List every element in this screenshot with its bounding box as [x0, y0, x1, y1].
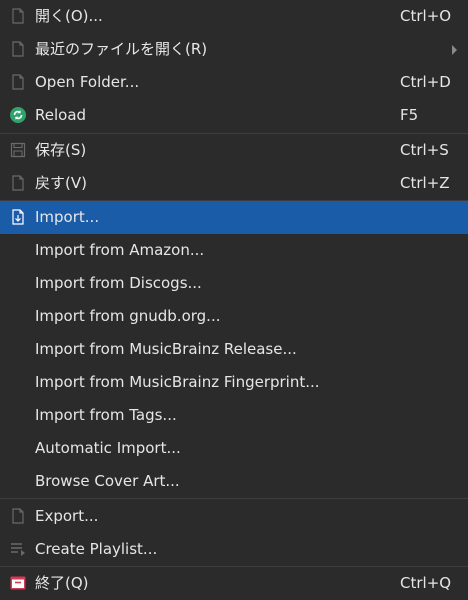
menu-item-shortcut: Ctrl+D — [400, 73, 451, 91]
submenu-arrow-icon — [452, 45, 457, 55]
recent-files-icon — [10, 41, 26, 57]
menu-item-label: Open Folder... — [35, 73, 140, 91]
document-open-icon — [10, 8, 26, 24]
menu-item-shortcut: F5 — [400, 106, 419, 124]
menu-item-label: Automatic Import... — [35, 439, 181, 457]
playlist-icon — [10, 541, 26, 557]
menu-item-label: Import from gnudb.org... — [35, 307, 221, 325]
menu-item-quit[interactable]: 終了(Q) Ctrl+Q — [0, 567, 468, 600]
export-icon — [10, 508, 26, 524]
menu-item-open-recent[interactable]: 最近のファイルを開く(R) — [0, 33, 468, 66]
menu-item-import-gnudb[interactable]: Import from gnudb.org... — [0, 300, 468, 333]
revert-icon — [10, 175, 26, 191]
menu-item-label: Create Playlist... — [35, 540, 158, 558]
folder-document-icon — [10, 74, 26, 90]
menu-item-import-tags[interactable]: Import from Tags... — [0, 399, 468, 432]
menu-item-shortcut: Ctrl+Q — [400, 574, 452, 592]
menu-item-label: 開く(O)... — [35, 7, 103, 25]
reload-icon — [10, 107, 26, 123]
menu-item-label: Import from Tags... — [35, 406, 177, 424]
menu-item-label: Import from Amazon... — [35, 241, 205, 259]
menu-item-label: Import from MusicBrainz Fingerprint... — [35, 373, 320, 391]
menu-item-label: Import... — [35, 208, 100, 226]
menu-item-import-amazon[interactable]: Import from Amazon... — [0, 234, 468, 267]
menu-item-reload[interactable]: Reload F5 — [0, 99, 468, 132]
menu-item-export[interactable]: Export... — [0, 500, 468, 533]
menu-item-shortcut: Ctrl+Z — [400, 174, 450, 192]
file-menu: 開く(O)... Ctrl+O 最近のファイルを開く(R) Open Folde… — [0, 0, 468, 600]
menu-item-shortcut: Ctrl+O — [400, 7, 452, 25]
menu-item-label: 戻す(V) — [35, 174, 87, 192]
menu-item-label: Reload — [35, 106, 87, 124]
menu-item-automatic-import[interactable]: Automatic Import... — [0, 432, 468, 465]
menu-item-open-folder[interactable]: Open Folder... Ctrl+D — [0, 66, 468, 99]
menu-item-browse-cover-art[interactable]: Browse Cover Art... — [0, 465, 468, 498]
menu-item-label: 終了(Q) — [35, 574, 89, 592]
save-icon — [10, 142, 26, 158]
quit-icon — [10, 575, 26, 591]
menu-separator — [0, 498, 468, 499]
menu-item-label: Import from Discogs... — [35, 274, 202, 292]
menu-item-label: Import from MusicBrainz Release... — [35, 340, 297, 358]
menu-item-import[interactable]: Import... — [0, 201, 468, 234]
menu-item-import-musicbrainz-release[interactable]: Import from MusicBrainz Release... — [0, 333, 468, 366]
menu-item-revert[interactable]: 戻す(V) Ctrl+Z — [0, 167, 468, 200]
menu-item-label: Browse Cover Art... — [35, 472, 180, 490]
import-icon — [10, 209, 26, 225]
menu-item-label: 保存(S) — [35, 141, 87, 159]
menu-item-shortcut: Ctrl+S — [400, 141, 449, 159]
menu-item-save[interactable]: 保存(S) Ctrl+S — [0, 134, 468, 167]
menu-item-import-musicbrainz-fingerprint[interactable]: Import from MusicBrainz Fingerprint... — [0, 366, 468, 399]
menu-item-import-discogs[interactable]: Import from Discogs... — [0, 267, 468, 300]
menu-item-open[interactable]: 開く(O)... Ctrl+O — [0, 0, 468, 33]
menu-item-create-playlist[interactable]: Create Playlist... — [0, 533, 468, 566]
menu-item-label: Export... — [35, 507, 99, 525]
menu-item-label: 最近のファイルを開く(R) — [35, 40, 208, 58]
